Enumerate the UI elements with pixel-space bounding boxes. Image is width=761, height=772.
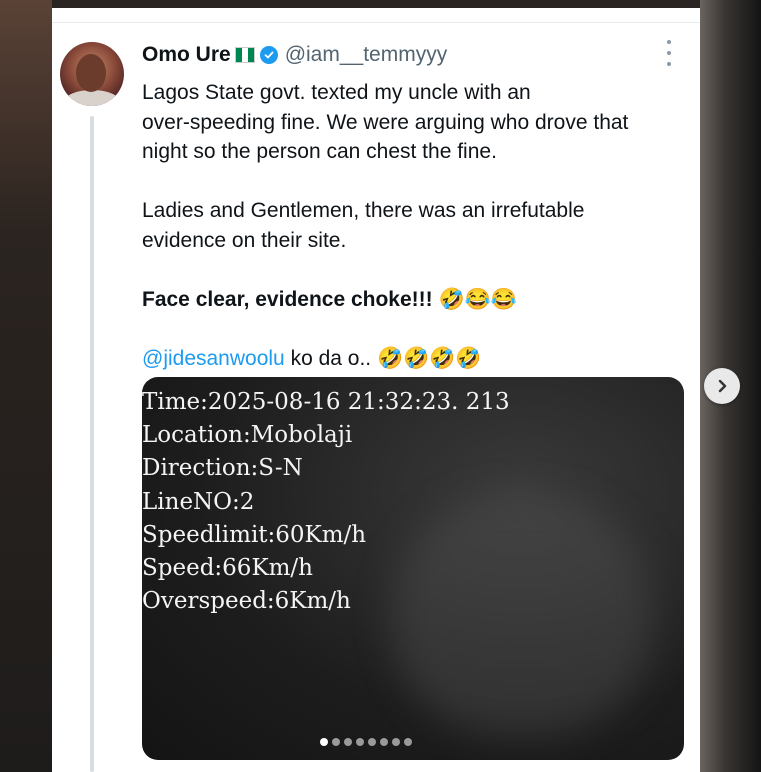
carousel-dot[interactable] bbox=[380, 738, 388, 746]
author-name[interactable]: Omo Ure bbox=[142, 43, 231, 67]
carousel-dot[interactable] bbox=[356, 738, 364, 746]
carousel-dot[interactable] bbox=[404, 738, 412, 746]
background-left bbox=[0, 0, 52, 772]
carousel-dot[interactable] bbox=[368, 738, 376, 746]
avatar-face bbox=[76, 54, 106, 92]
tweet-card: Omo Ure @iam__temmyyy Lagos State govt. … bbox=[52, 8, 700, 772]
tweet-text-rest: ko da o.. 🤣🤣🤣🤣 bbox=[284, 347, 482, 370]
carousel-dot[interactable] bbox=[320, 738, 328, 746]
overlay-line-overspeed: Overspeed:6Km/h bbox=[142, 588, 351, 615]
background-top bbox=[0, 0, 761, 8]
carousel-dot[interactable] bbox=[344, 738, 352, 746]
carousel-dot[interactable] bbox=[332, 738, 340, 746]
nigeria-flag-icon bbox=[234, 47, 255, 63]
tweet-text-line: evidence on their site. bbox=[142, 228, 347, 252]
more-vertical-icon[interactable] bbox=[663, 40, 675, 66]
verified-badge-icon bbox=[259, 46, 278, 64]
overlay-line-location: Location:Mobolaji bbox=[142, 422, 353, 449]
author-handle[interactable]: @iam__temmyyy bbox=[285, 43, 448, 67]
carousel-dot[interactable] bbox=[392, 738, 400, 746]
overlay-line-direction: Direction:S-N bbox=[142, 455, 303, 482]
overlay-line-time: Time:2025-08-16 21:32:23. 213 bbox=[142, 389, 510, 415]
avatar-shirt bbox=[64, 90, 120, 106]
camera-overlay-text: Time:2025-08-16 21:32:23. 213 Location:M… bbox=[142, 386, 510, 618]
tweet-text-line: night so the person can chest the fine. bbox=[142, 140, 497, 163]
chevron-right-icon[interactable] bbox=[704, 368, 740, 404]
carousel-indicator bbox=[320, 738, 412, 746]
tweet-text-emphasis: Face clear, evidence choke!!! 🤣😂😂 bbox=[142, 288, 517, 311]
thread-line bbox=[90, 116, 94, 772]
overlay-line-speedlimit: Speedlimit:60Km/h bbox=[142, 521, 367, 548]
tweet-text-line: Ladies and Gentlemen, there was an irref… bbox=[142, 199, 585, 222]
overlay-line-speed: Speed:66Km/h bbox=[142, 554, 313, 581]
tweet-header: Omo Ure @iam__temmyyy bbox=[142, 41, 447, 69]
tweet-text-mention-line: @jidesanwoolu ko da o.. 🤣🤣🤣🤣 bbox=[142, 344, 682, 374]
tweet-text-line: Lagos State govt. texted my uncle with a… bbox=[142, 81, 531, 104]
tweet-text-line: over-speeding fine. We were arguing who … bbox=[142, 110, 629, 134]
avatar[interactable] bbox=[60, 42, 124, 106]
tweet-media-image[interactable]: Time:2025-08-16 21:32:23. 213 Location:M… bbox=[142, 377, 684, 760]
overlay-line-lane: LineNO:2 bbox=[142, 488, 255, 515]
divider bbox=[52, 22, 700, 23]
mention-link[interactable]: @jidesanwoolu bbox=[142, 347, 285, 370]
